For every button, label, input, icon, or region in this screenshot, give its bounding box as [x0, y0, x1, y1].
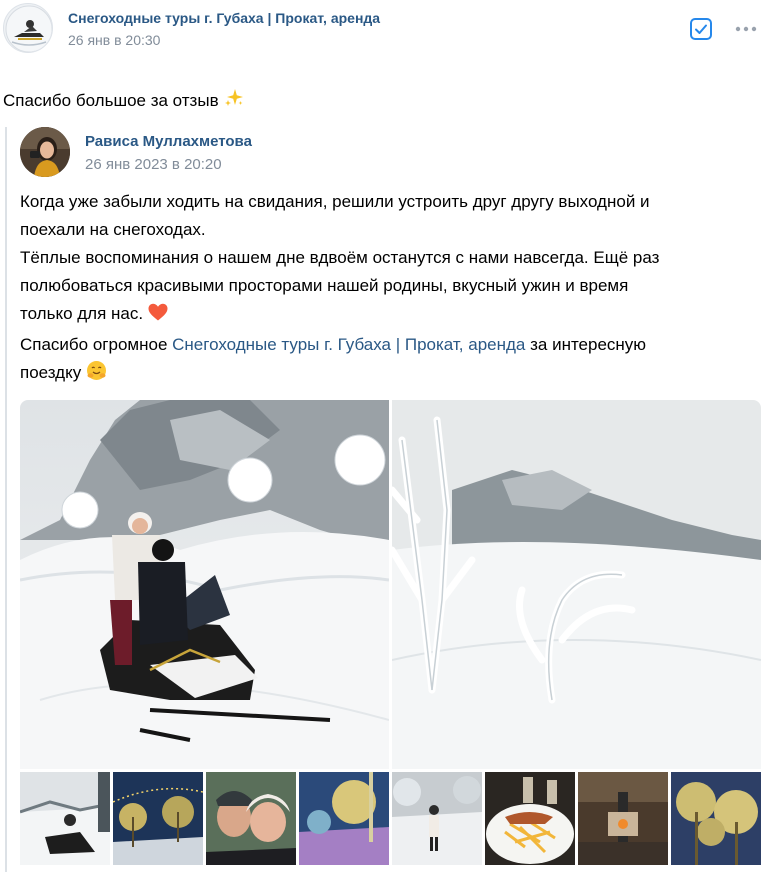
heart-emoji — [148, 303, 168, 331]
repost-text-line: Тёплые воспоминания о нашем дне вдвоём о… — [20, 248, 660, 267]
photo-frosted-trees[interactable] — [392, 400, 761, 769]
thumbnail-photo-1[interactable] — [20, 772, 110, 865]
thumbnail-photo-8[interactable] — [671, 772, 761, 865]
repost-text-line: поехали на снегоходах. — [20, 220, 206, 239]
thumbnail-photo-3[interactable] — [206, 772, 296, 865]
post-header: Снегоходные туры г. Губаха | Прокат, аре… — [0, 0, 778, 60]
repost-text-line: Когда уже забыли ходить на свидания, реш… — [20, 192, 650, 211]
author-avatar[interactable] — [20, 127, 70, 177]
author-name-link[interactable]: Рависа Муллахметова — [85, 133, 252, 150]
hugging-face-emoji — [86, 360, 107, 390]
repost-text: Когда уже забыли ходить на свидания, реш… — [20, 188, 760, 390]
thumbnail-photo-2[interactable] — [113, 772, 203, 865]
sparkles-emoji — [223, 87, 245, 114]
checkbox-icon[interactable] — [689, 17, 713, 41]
photo-snowmobile[interactable] — [20, 400, 389, 769]
repost-text-fragment: за интересную — [525, 335, 647, 354]
group-avatar[interactable] — [3, 3, 53, 53]
more-icon[interactable] — [734, 19, 758, 39]
thumbnail-photo-5[interactable] — [392, 772, 482, 865]
repost-date[interactable]: 26 янв 2023 в 20:20 — [85, 156, 222, 173]
thumbnail-photo-6[interactable] — [485, 772, 575, 865]
post-date[interactable]: 26 янв в 20:30 — [68, 32, 160, 48]
repost-text-line-with-emoji: поездку — [20, 359, 760, 390]
thumbnail-photo-7[interactable] — [578, 772, 668, 865]
repost-text-fragment: поездку — [20, 363, 82, 382]
repost-text-line-with-link: Спасибо огромное Снегоходные туры г. Губ… — [20, 331, 760, 359]
repost-divider — [5, 127, 7, 872]
repost-text-line: полюбоваться красивыми просторами нашей … — [20, 276, 629, 295]
group-mention-link[interactable]: Снегоходные туры г. Губаха | Прокат, аре… — [172, 335, 525, 354]
repost-text-fragment: Спасибо огромное — [20, 335, 173, 354]
repost-text-fragment: только для нас. — [20, 304, 144, 323]
group-name-link[interactable]: Снегоходные туры г. Губаха | Прокат, аре… — [68, 10, 380, 26]
thumbnail-photo-4[interactable] — [299, 772, 389, 865]
repost-text-line-with-heart: только для нас. — [20, 300, 760, 331]
post-text-content: Спасибо большое за отзыв — [3, 91, 219, 110]
post-text: Спасибо большое за отзыв — [3, 87, 245, 114]
